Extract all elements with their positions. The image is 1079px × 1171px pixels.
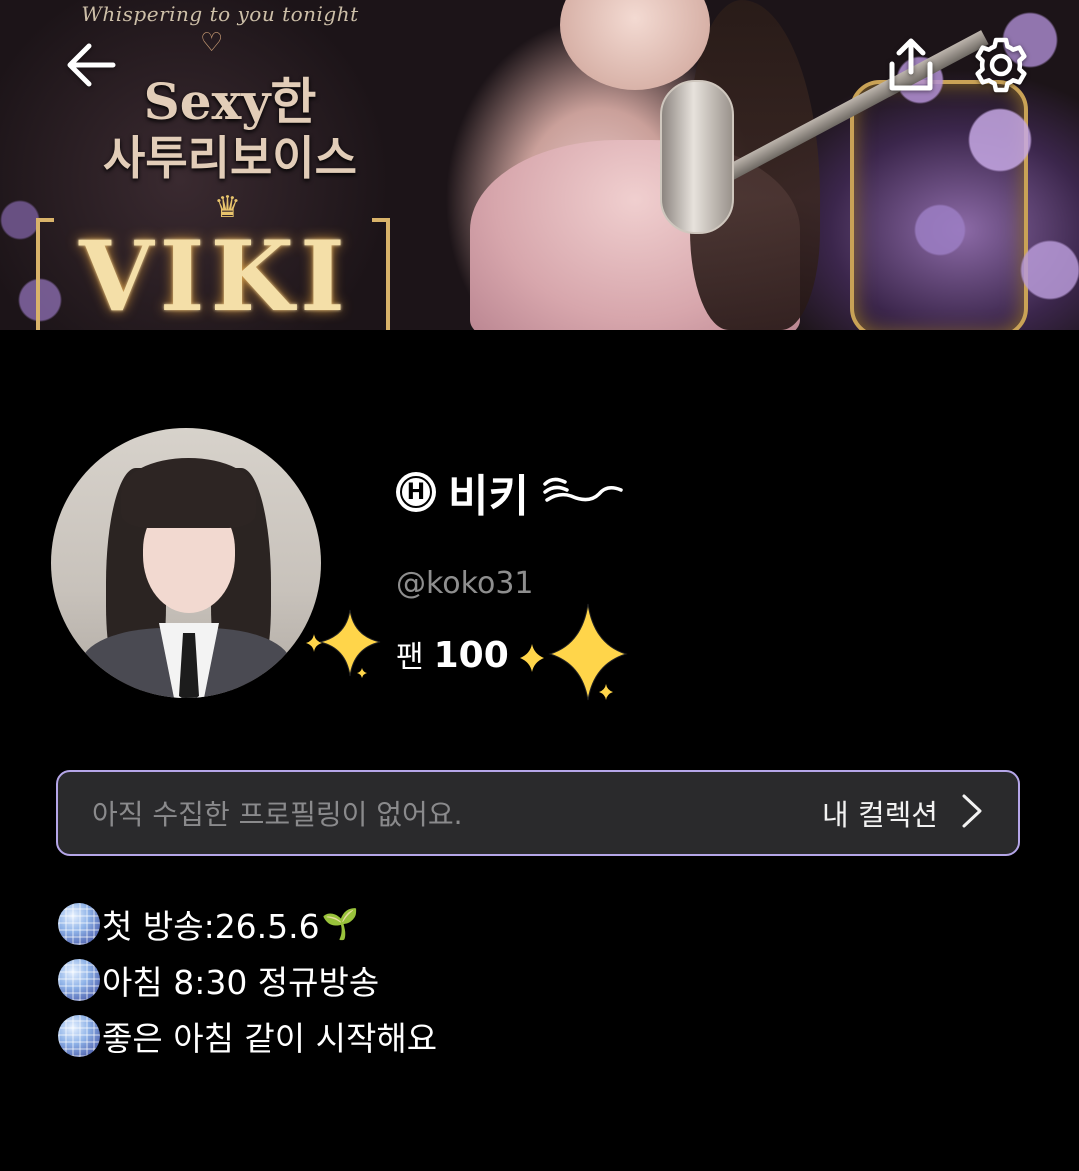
sparkle-icon (300, 606, 384, 682)
banner-title-line2: 사투리보이스 (103, 131, 357, 185)
fan-count-value: 100 (433, 635, 509, 676)
bio-line-text: 아침 8:30 정규방송 (102, 963, 380, 1002)
seedling-icon: 🌱 (321, 906, 360, 942)
bio-line-text: 좋은 아침 같이 시작해요 (102, 1019, 438, 1058)
profile-bio: 첫 방송:26.5.6 🌱 아침 8:30 정규방송 좋은 아침 같이 시작해요 (58, 896, 437, 1064)
bio-line: 첫 방송:26.5.6 🌱 (58, 896, 437, 952)
profile-avatar[interactable] (51, 428, 321, 698)
banner-face (560, 0, 710, 90)
arrow-left-icon (61, 36, 119, 98)
bio-line: 좋은 아침 같이 시작해요 (58, 1008, 437, 1064)
disco-ball-icon (58, 959, 100, 1001)
my-collection-link[interactable]: 내 컬렉션 (822, 792, 984, 834)
banner-title-main: VIKI (79, 220, 351, 330)
bio-line: 아침 8:30 정규방송 (58, 952, 437, 1008)
banner-bracket-right (372, 218, 390, 330)
host-badge-icon: H (396, 472, 436, 512)
wave-emoji-icon (541, 470, 625, 514)
display-name: 비키 (448, 471, 529, 522)
sparkle-icon (514, 600, 634, 710)
share-upload-icon (882, 36, 940, 98)
collection-empty-text: 아직 수집한 프로필링이 없어요. (92, 798, 463, 831)
bio-line-text: 첫 방송:26.5.6 (102, 907, 320, 946)
settings-button[interactable] (966, 32, 1036, 102)
gear-icon (971, 35, 1031, 99)
fan-count-label: 팬 (396, 640, 424, 675)
profile-name-row: H 비키 (396, 462, 625, 522)
disco-ball-icon (58, 1015, 100, 1057)
heart-icon: ♡ (200, 28, 224, 58)
my-collection-label: 내 컬렉션 (822, 798, 938, 832)
share-button[interactable] (876, 32, 946, 102)
banner-whisper-text: Whispering to you tonight (81, 2, 359, 26)
my-collection-bar[interactable]: 아직 수집한 프로필링이 없어요. 내 컬렉션 (56, 770, 1020, 856)
banner-microphone (660, 80, 734, 234)
disco-ball-icon (58, 903, 100, 945)
fan-count: 팬 100 (396, 632, 509, 676)
profile-handle: @koko31 (396, 566, 534, 601)
back-button[interactable] (55, 32, 125, 102)
chevron-right-icon (960, 792, 984, 834)
